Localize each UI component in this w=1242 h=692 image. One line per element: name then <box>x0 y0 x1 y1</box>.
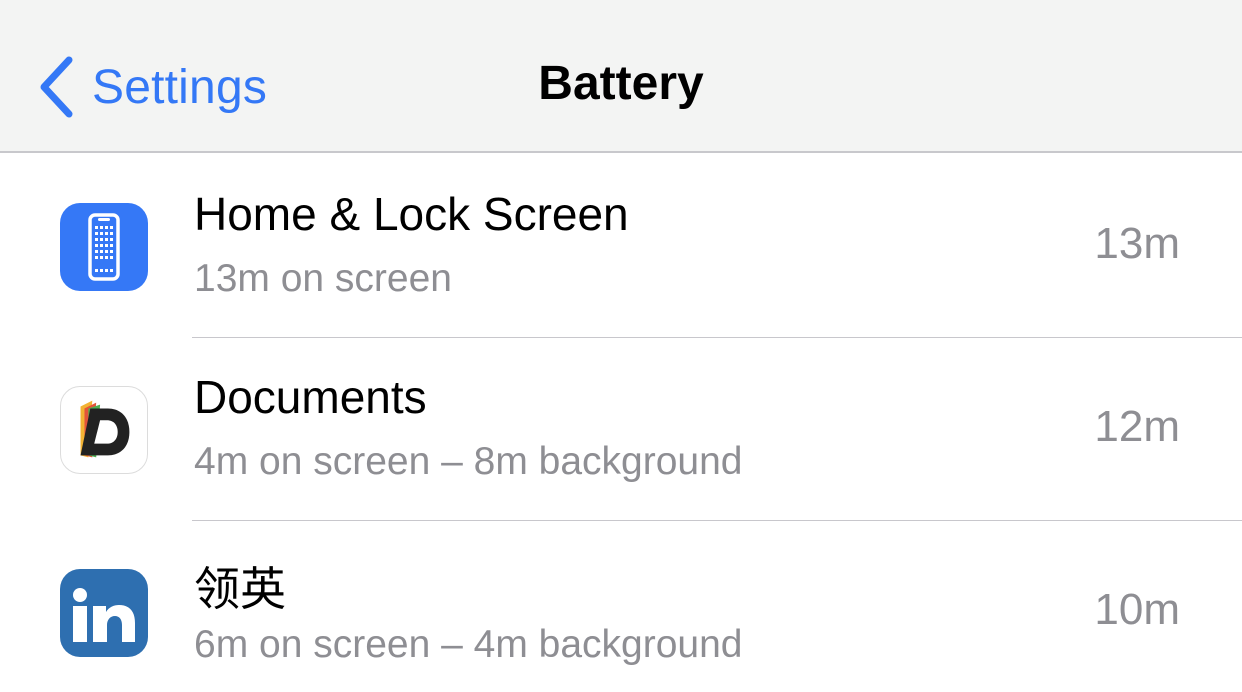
list-item-home-lock-screen[interactable]: Home & Lock Screen 13m on screen 13m <box>0 155 1242 338</box>
app-name: Home & Lock Screen <box>194 188 629 240</box>
list-item-documents[interactable]: Documents 4m on screen – 8m background 1… <box>0 338 1242 521</box>
navigation-bar: Settings Battery <box>0 0 1242 153</box>
app-usage-detail: 13m on screen <box>194 257 452 300</box>
app-usage-total: 12m <box>1094 402 1180 451</box>
app-usage-list: Home & Lock Screen 13m on screen 13m Doc… <box>0 155 1242 692</box>
phone-screen-icon <box>60 203 148 291</box>
battery-screen: Settings Battery Home & Lock Screen 13m … <box>0 0 1242 692</box>
app-name: 领英 <box>194 563 286 615</box>
app-usage-detail: 4m on screen – 8m background <box>194 440 743 483</box>
app-usage-detail: 6m on screen – 4m background <box>194 623 743 666</box>
app-usage-total: 13m <box>1094 219 1180 268</box>
linkedin-app-icon <box>60 569 148 657</box>
page-title: Battery <box>538 57 704 110</box>
app-name: Documents <box>194 371 427 423</box>
app-usage-total: 10m <box>1094 585 1180 634</box>
list-item-linkedin[interactable]: 领英 6m on screen – 4m background 10m <box>0 521 1242 692</box>
documents-app-icon <box>60 386 148 474</box>
